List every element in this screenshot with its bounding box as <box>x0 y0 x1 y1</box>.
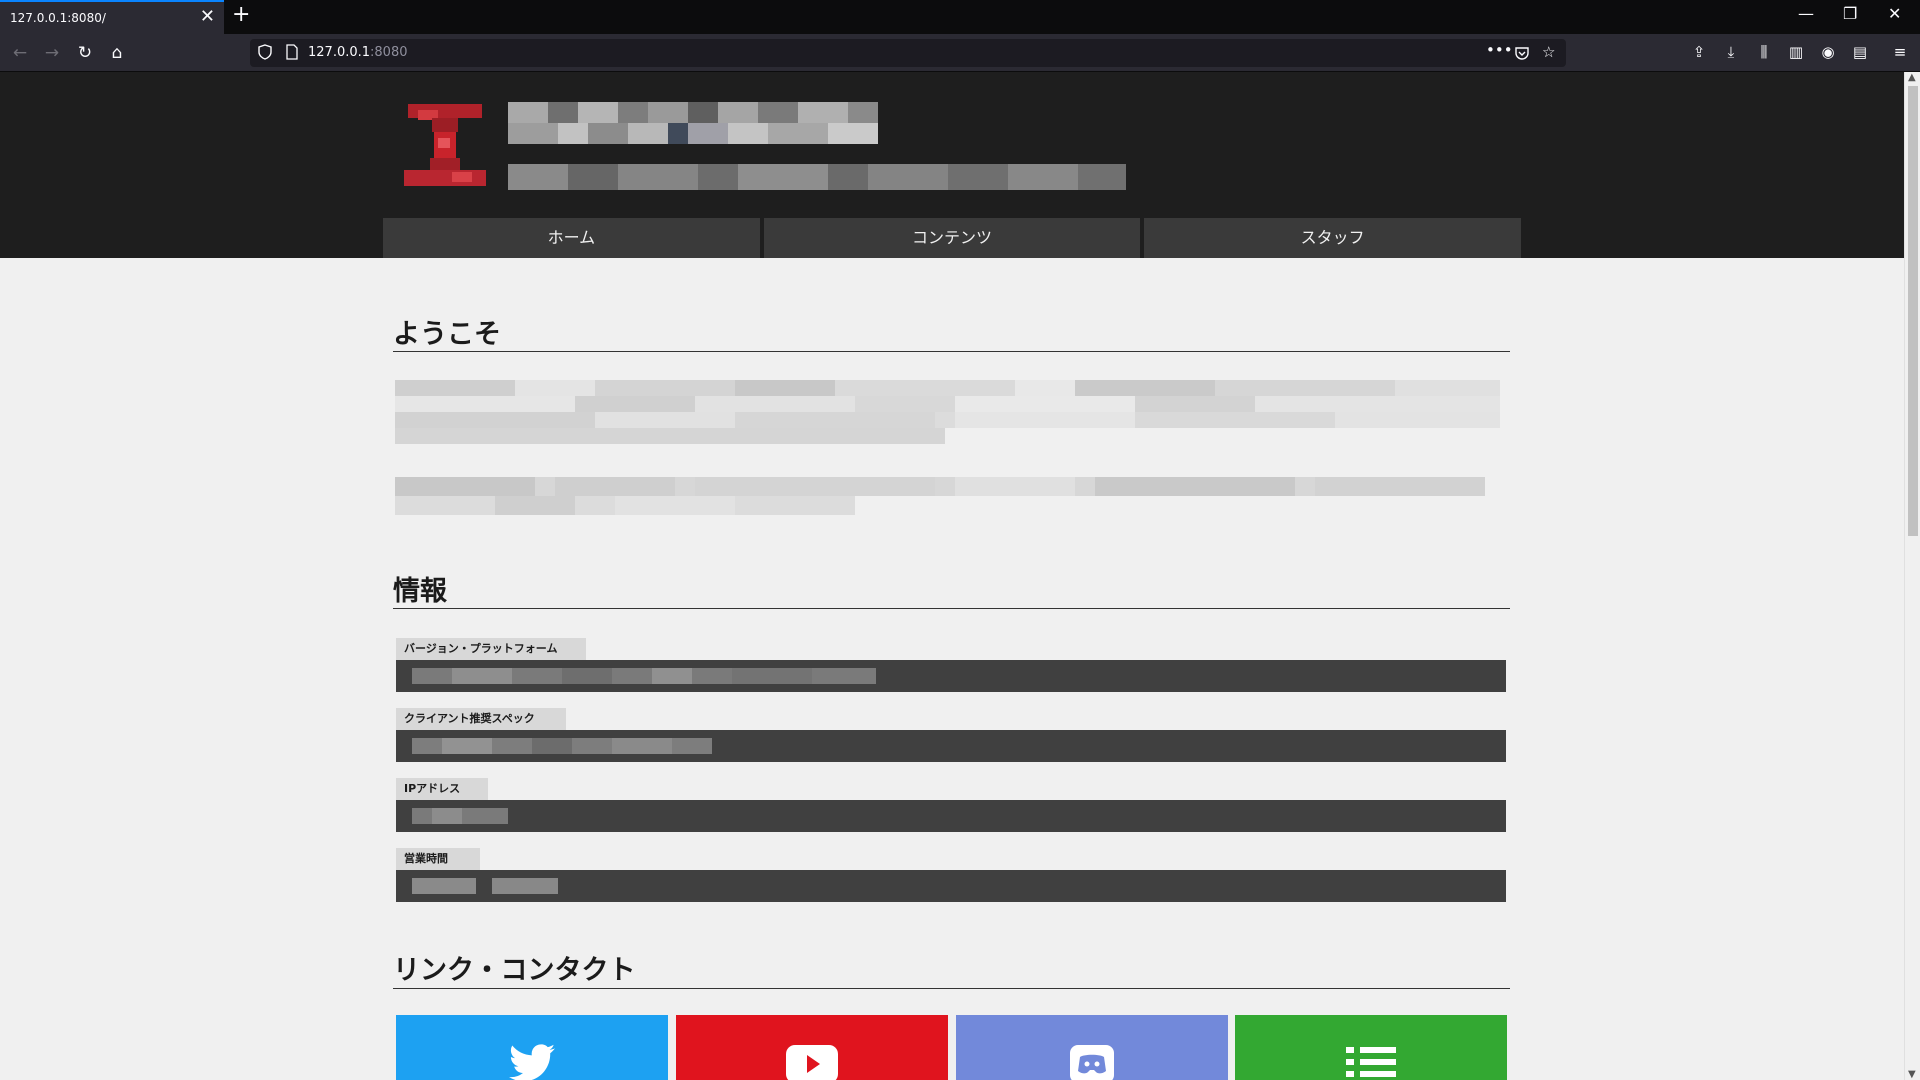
browser-toolbar: ← → ↻ ⌂ 127.0.0.1:8080 ••• ☆ ⇪ ⤓ ⫼ ▥ ◉ ▤… <box>0 34 1920 72</box>
youtube-icon <box>786 1045 838 1080</box>
site-logo[interactable] <box>404 104 486 186</box>
url-bar[interactable]: 127.0.0.1:8080 ••• ☆ <box>250 39 1566 67</box>
info-label-ip: IPアドレス <box>396 778 488 800</box>
info-value-client-spec <box>396 730 1506 762</box>
info-divider <box>393 608 1510 609</box>
url-port: :8080 <box>370 45 408 60</box>
page-viewport: ホーム コンテンツ スタッフ ようこそ 情報 バージョン・プラットフォーム クラ… <box>0 72 1904 1080</box>
info-value-version <box>396 660 1506 692</box>
save-to-account-icon[interactable]: ⇪ <box>1688 43 1710 61</box>
twitter-icon <box>509 1044 555 1080</box>
reload-icon[interactable]: ↻ <box>73 42 97 64</box>
shield-icon <box>258 44 272 60</box>
discord-link-card[interactable] <box>956 1015 1228 1080</box>
info-value-redacted <box>412 808 508 824</box>
info-heading: 情報 <box>393 576 447 607</box>
minimize-icon[interactable]: — <box>1798 4 1814 23</box>
forward-arrow-icon[interactable]: → <box>40 42 64 64</box>
welcome-text-redacted-2 <box>395 477 1485 515</box>
info-label-client-spec: クライアント推奨スペック <box>396 708 566 730</box>
bookmark-star-icon[interactable]: ☆ <box>1542 43 1555 61</box>
site-header: ホーム コンテンツ スタッフ <box>0 72 1904 258</box>
site-subtitle-redacted <box>508 164 1126 190</box>
scrollbar-thumb[interactable] <box>1908 86 1918 536</box>
nav-staff[interactable]: スタッフ <box>1144 218 1522 258</box>
url-host: 127.0.0.1 <box>308 45 371 60</box>
list-icon <box>1346 1047 1396 1077</box>
info-label-text: IPアドレス <box>404 782 461 795</box>
twitter-link-card[interactable] <box>396 1015 668 1080</box>
youtube-link-card[interactable] <box>676 1015 948 1080</box>
info-value-ip <box>396 800 1506 832</box>
back-arrow-icon[interactable]: ← <box>8 42 32 64</box>
browser-tab-bar: 127.0.0.1:8080/ ✕ + — ❐ ✕ <box>0 0 1920 34</box>
extension-icon[interactable]: ▤ <box>1849 43 1871 61</box>
welcome-divider <box>393 351 1510 352</box>
menu-icon[interactable]: ≡ <box>1889 43 1911 61</box>
nav-contents[interactable]: コンテンツ <box>763 218 1141 258</box>
list-link-card[interactable] <box>1235 1015 1507 1080</box>
links-divider <box>393 988 1510 989</box>
browser-tab-active[interactable]: 127.0.0.1:8080/ ✕ <box>0 0 224 34</box>
info-label-text: クライアント推奨スペック <box>404 712 535 725</box>
close-window-icon[interactable]: ✕ <box>1888 4 1901 23</box>
main-navigation: ホーム コンテンツ スタッフ <box>383 218 1522 258</box>
restore-icon[interactable]: ❐ <box>1843 4 1857 23</box>
info-value-redacted <box>412 878 558 894</box>
info-label-text: バージョン・プラットフォーム <box>404 642 558 655</box>
new-tab-button[interactable]: + <box>232 2 250 27</box>
links-heading: リンク・コンタクト <box>393 955 636 986</box>
sidebar-icon[interactable]: ▥ <box>1785 43 1807 61</box>
welcome-text-redacted <box>395 380 1500 444</box>
page-scrollbar[interactable]: ▲ ▼ <box>1904 72 1920 1080</box>
pocket-icon[interactable] <box>1514 45 1530 61</box>
tab-close-icon[interactable]: ✕ <box>200 6 215 27</box>
home-icon[interactable]: ⌂ <box>105 42 129 64</box>
page-icon <box>286 44 298 60</box>
welcome-heading: ようこそ <box>393 319 501 350</box>
scroll-up-arrow-icon[interactable]: ▲ <box>1908 72 1916 83</box>
info-label-hours: 営業時間 <box>396 848 480 870</box>
downloads-icon[interactable]: ⤓ <box>1720 43 1742 61</box>
library-icon[interactable]: ⫼ <box>1753 43 1775 61</box>
info-label-version: バージョン・プラットフォーム <box>396 638 586 660</box>
site-title-redacted <box>508 102 878 144</box>
nav-home[interactable]: ホーム <box>383 218 760 258</box>
info-value-redacted <box>412 738 712 754</box>
info-label-text: 営業時間 <box>404 852 448 865</box>
account-icon[interactable]: ◉ <box>1817 43 1839 61</box>
discord-icon <box>1070 1045 1114 1080</box>
url-text: 127.0.0.1:8080 <box>308 45 408 60</box>
info-value-redacted <box>412 668 876 684</box>
tab-title: 127.0.0.1:8080/ <box>10 11 106 25</box>
scroll-down-arrow-icon[interactable]: ▼ <box>1908 1069 1916 1080</box>
page-actions-icon[interactable]: ••• <box>1486 41 1513 59</box>
info-value-hours <box>396 870 1506 902</box>
